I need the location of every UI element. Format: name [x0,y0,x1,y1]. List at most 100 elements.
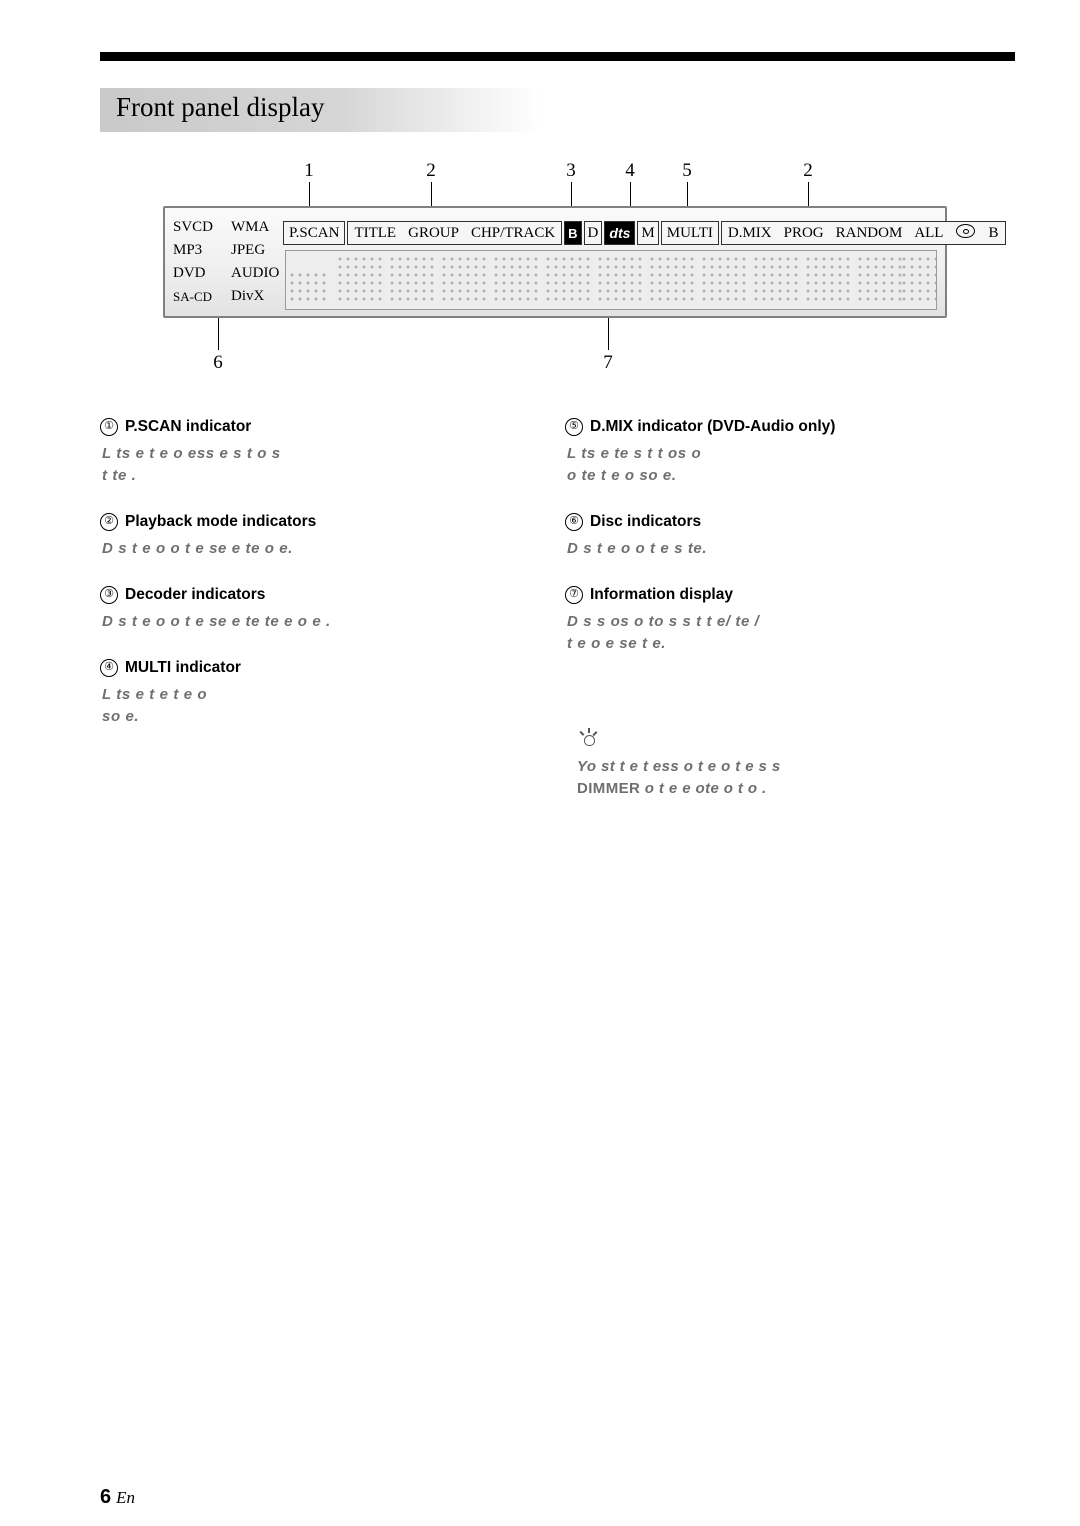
indicator-group: GROUP [408,224,459,241]
callout-number-3: 3 [566,160,576,181]
indicator-prog: PROG [783,224,824,241]
item-disc-indicators: ⑥ Disc indicators D s t e o o t e s te. [565,513,1015,560]
item-title: ④ MULTI indicator [100,659,550,677]
page-top-rule [100,52,1015,61]
item-number-badge: ⑤ [565,418,583,436]
page-title: Front panel display [116,92,325,122]
indicator-dolby-d: D [583,221,603,245]
disc-label-audio: AUDIO [231,265,280,281]
item-title-text: P.SCAN indicator [125,418,252,435]
item-title-text: Disc indicators [590,513,702,530]
item-title-text: Information display [590,586,733,603]
dot-matrix-segment [598,257,642,303]
item-title-text: MULTI indicator [125,659,241,676]
bulb-ray [588,728,590,733]
item-playback-mode-indicators: ② Playback mode indicators D s t e o o t … [100,513,550,560]
dot-matrix-segment [442,257,486,303]
language-code: En [116,1488,136,1507]
callout-number-2b: 2 [803,160,813,181]
note-text-before: Yo st t e t ess o t e o t e s s [577,758,781,775]
note-text-after: o t e e ote o t o . [640,780,767,797]
item-description: D s t e o o t e s te. [567,540,708,557]
item-title: ① P.SCAN indicator [100,418,550,436]
dot-matrix-segment [338,257,382,303]
indicator-dmix: D.MIX [727,224,772,241]
leader-line-7 [608,318,609,350]
disc-indicators-block: SVCD WMA MP3 JPEG DVD AUDIO SA-CD DivX [173,216,283,308]
left-text-column: ① P.SCAN indicator L ts e t e o ess e s t… [100,418,550,754]
note-text: Yo st t e t ess o t e o t e s s DIMMER o… [577,756,1007,800]
dot-matrix-segment [494,257,538,303]
dot-matrix-segment [902,257,936,303]
disc-label-jpeg: JPEG [231,242,266,258]
disc-label-divx: DivX [231,288,265,304]
disc-label-sacd: SA-CD [173,289,213,304]
cd-disc-icon [956,223,976,238]
indicator-row: P.SCAN TITLE GROUP CHP/TRACK B D dts M M… [283,220,1008,246]
page-number: 6 [100,1486,112,1508]
indicator-cd-glyph [949,223,982,243]
item-title: ⑦ Information display [565,586,1015,604]
item-number-badge: ④ [100,659,118,677]
item-title-text: D.MIX indicator (DVD-Audio only) [590,418,836,435]
item-description: L ts e t e o ess e s t o s t te . [102,445,281,484]
callout-number-4: 4 [625,160,635,181]
item-number-badge: ② [100,513,118,531]
dot-matrix-segment [546,257,590,303]
item-title: ⑥ Disc indicators [565,513,1015,531]
disc-label-wma: WMA [231,219,270,235]
indicator-dolby-b: B [564,221,582,245]
disc-row: DVD AUDIO [173,262,283,285]
item-pscan-indicator: ① P.SCAN indicator L ts e t e o ess e s t… [100,418,550,487]
indicator-pscan: P.SCAN [283,221,346,245]
callout-number-5: 5 [682,160,692,181]
indicator-m: M [637,221,659,245]
bulb-ray [579,731,585,736]
dot-matrix-segment [806,257,850,303]
item-number-badge: ⑦ [565,586,583,604]
indicator-random: RANDOM [835,224,903,241]
note-block: Yo st t e t ess o t e o t e s s DIMMER o… [577,728,1007,800]
playback-position-indicator-group: TITLE GROUP CHP/TRACK [347,221,563,245]
disc-label-mp3: MP3 [173,242,203,258]
dot-matrix-segment [390,257,434,303]
page-footer: 6 En [100,1486,135,1509]
item-description: L ts e t e t e o so e. [102,686,208,725]
item-title: ③ Decoder indicators [100,586,550,604]
dot-matrix-segment [858,257,902,303]
dot-matrix-segment [702,257,746,303]
mode-indicator-group: D.MIX PROG RANDOM ALL B [720,221,1006,245]
item-title: ② Playback mode indicators [100,513,550,531]
tip-bulb-icon [577,728,599,748]
dot-matrix-segment [290,273,330,303]
disc-row: SVCD WMA [173,216,283,239]
disc-row: SA-CD DivX [173,285,283,308]
item-description: D s t e o o t e se e te te e o e . [102,613,331,630]
item-description: D s s os o to s s t t e/ te / t e o e se… [567,613,760,652]
item-dmix-indicator: ⑤ D.MIX indicator (DVD-Audio only) L ts e… [565,418,1015,487]
indicator-b: B [988,224,999,241]
right-text-column: ⑤ D.MIX indicator (DVD-Audio only) L ts e… [565,418,1015,681]
item-decoder-indicators: ③ Decoder indicators D s t e o o t e se e… [100,586,550,633]
item-description: L ts e te s t t os o o te t e o so e. [567,445,702,484]
dot-matrix-segment [650,257,694,303]
item-description: D s t e o o t e se e te o e. [102,540,294,557]
item-title-text: Decoder indicators [125,586,266,603]
callout-number-1: 1 [304,160,314,181]
dot-matrix-segment [754,257,798,303]
disc-label-dvd: DVD [173,265,206,281]
callout-number-7: 7 [603,352,613,373]
information-display [285,250,937,310]
item-number-badge: ③ [100,586,118,604]
callout-number-6: 6 [213,352,223,373]
disc-label-svcd: SVCD [173,219,214,235]
leader-line-6 [218,318,219,350]
disc-row: MP3 JPEG [173,239,283,262]
callout-number-2: 2 [426,160,436,181]
item-title: ⑤ D.MIX indicator (DVD-Audio only) [565,418,1015,436]
front-panel-display: SVCD WMA MP3 JPEG DVD AUDIO SA-CD DivX P… [163,206,1006,318]
note-keyword: DIMMER [577,780,641,797]
item-number-badge: ⑥ [565,513,583,531]
item-information-display: ⑦ Information display D s s os o to s s t… [565,586,1015,655]
bulb-shape [584,735,595,746]
